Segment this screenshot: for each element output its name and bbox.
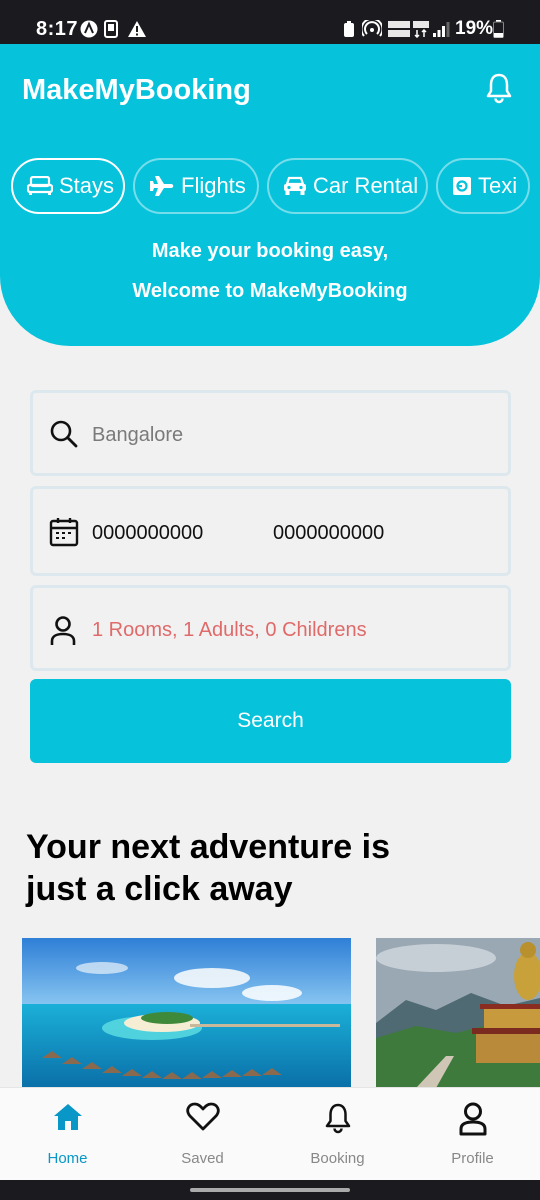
category-chip-car-rental[interactable]: Car Rental <box>267 158 428 214</box>
category-chip-texi[interactable]: Texi <box>436 158 530 214</box>
guests-value: 1 Rooms, 1 Adults, 0 Childrens <box>92 619 367 641</box>
notification-bell-icon[interactable] <box>484 72 514 104</box>
category-label: Car Rental <box>313 173 419 198</box>
nav-label: Booking <box>310 1150 365 1167</box>
location-field[interactable]: Bangalore <box>30 390 511 476</box>
warning-icon <box>128 21 146 37</box>
home-icon <box>53 1104 82 1130</box>
car-icon <box>284 176 306 195</box>
battery-icon <box>493 20 504 38</box>
date-start[interactable]: 0000000000 <box>92 522 203 545</box>
status-time: 8:17 <box>36 18 79 40</box>
location-value: Bangalore <box>92 424 184 446</box>
gesture-bar <box>0 1180 540 1200</box>
nav-saved[interactable]: Saved <box>135 1088 270 1181</box>
nav-home[interactable]: Home <box>0 1088 135 1181</box>
search-icon <box>50 420 78 448</box>
destination-image <box>376 938 540 1088</box>
category-chip-flights[interactable]: Flights <box>133 158 259 214</box>
category-chip-stays[interactable]: Stays <box>11 158 125 214</box>
app-notification-icon <box>80 20 98 38</box>
date-field[interactable]: 0000000000 0000000000 <box>30 486 511 576</box>
bottom-navigation: Home Saved Booking Profile <box>0 1087 540 1180</box>
destination-image <box>22 938 351 1088</box>
destination-card-maldives[interactable] <box>22 938 351 1088</box>
nav-label: Saved <box>181 1150 224 1167</box>
battery-level: 19% <box>455 18 494 39</box>
hotspot-icon <box>362 20 382 37</box>
category-label: Stays <box>59 173 115 198</box>
nav-profile[interactable]: Profile <box>405 1088 540 1181</box>
taxi-icon <box>453 177 471 195</box>
bell-icon <box>325 1103 350 1134</box>
gesture-handle[interactable] <box>190 1188 350 1192</box>
welcome-line-1: Make your booking easy, <box>151 240 389 262</box>
calendar-icon <box>49 518 79 547</box>
nav-label: Profile <box>451 1150 494 1167</box>
plane-icon <box>150 176 174 196</box>
destination-card-temple[interactable] <box>376 938 540 1088</box>
date-end[interactable]: 0000000000 <box>273 522 384 545</box>
signal-icon <box>433 22 450 37</box>
section-headline: Your next adventure is just a click away <box>26 828 391 908</box>
category-label: Texi <box>478 173 518 198</box>
welcome-line-2: Welcome to MakeMyBooking <box>132 280 408 302</box>
lte-icon <box>413 21 429 38</box>
category-label: Flights <box>181 173 246 198</box>
hero-header: MakeMyBooking Stays Flights Car Rental T… <box>0 44 540 346</box>
guests-field[interactable]: 1 Rooms, 1 Adults, 0 Childrens <box>30 585 511 671</box>
nav-label: Home <box>47 1150 88 1167</box>
volte-icon <box>388 21 410 37</box>
search-button-label: Search <box>237 709 304 732</box>
user-icon <box>459 1102 486 1136</box>
search-button[interactable]: Search <box>30 679 511 763</box>
status-bar: 8:17 19% <box>0 0 540 44</box>
user-icon <box>50 616 76 645</box>
bed-icon <box>27 176 53 195</box>
app-title: MakeMyBooking <box>22 74 251 106</box>
phone-notification-icon <box>104 20 118 38</box>
heart-icon <box>185 1102 220 1131</box>
battery-saver-icon <box>344 21 354 37</box>
nav-booking[interactable]: Booking <box>270 1088 405 1181</box>
